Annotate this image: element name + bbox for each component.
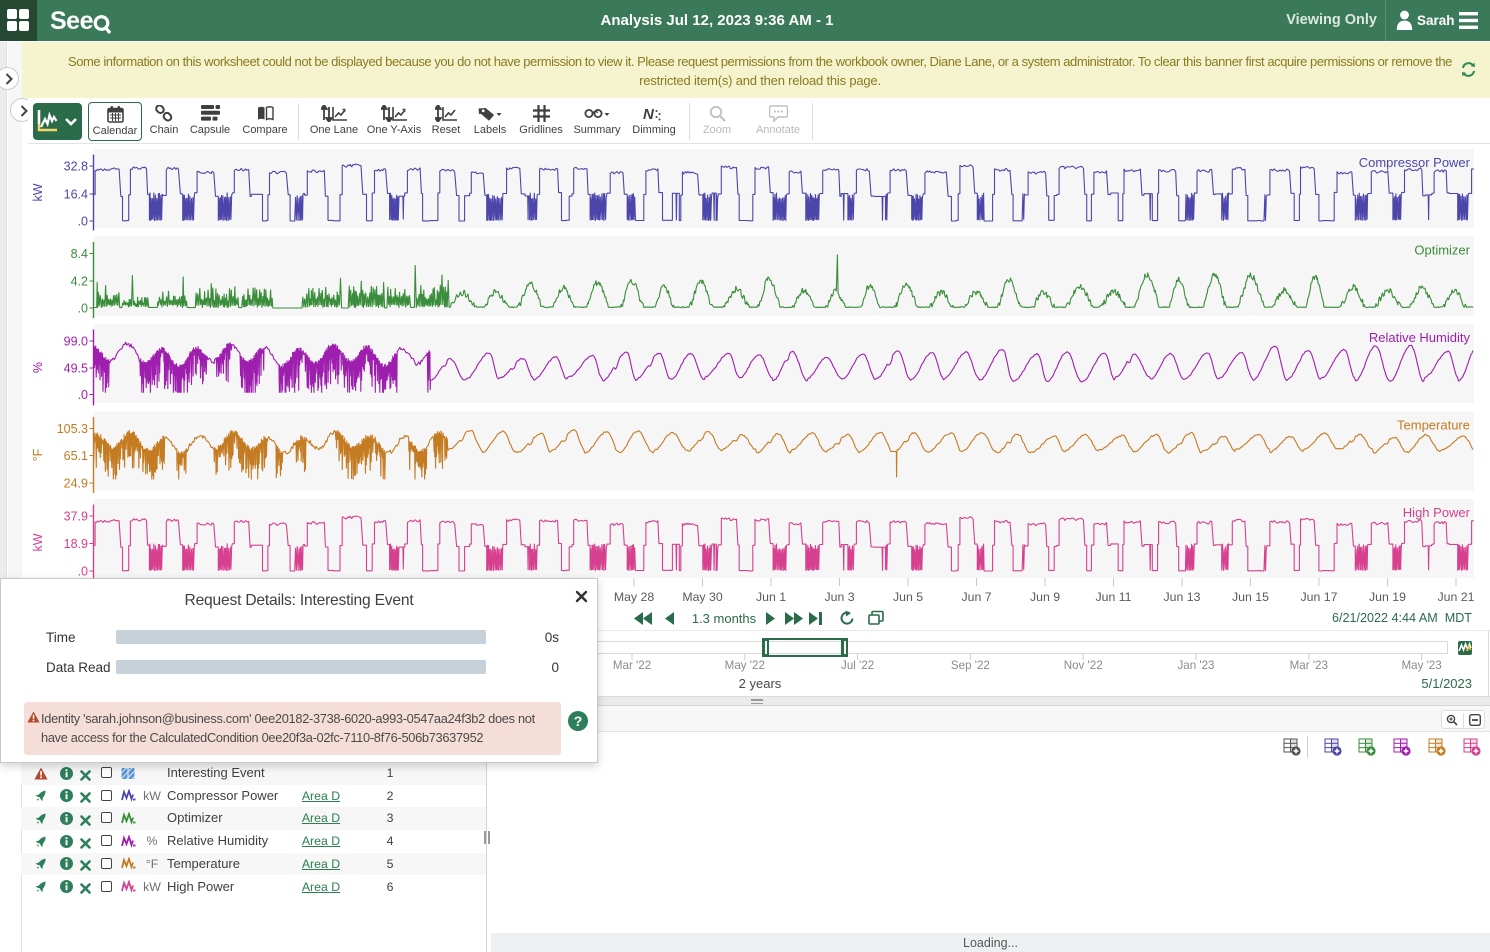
svg-text:37.9: 37.9: [64, 510, 88, 524]
svg-text:32.8: 32.8: [64, 160, 88, 174]
svg-text:Jun 17: Jun 17: [1301, 590, 1338, 604]
svg-text:May 30: May 30: [682, 590, 722, 604]
svg-text:Jun 21: Jun 21: [1438, 590, 1475, 604]
svg-text:Jun 7: Jun 7: [961, 590, 991, 604]
svg-text:18.9: 18.9: [64, 537, 88, 551]
svg-text:Nov '22: Nov '22: [1064, 659, 1103, 672]
svg-text:May '22: May '22: [725, 659, 765, 672]
svg-text:Jun 9: Jun 9: [1030, 590, 1060, 604]
svg-text:Jun 11: Jun 11: [1095, 590, 1131, 604]
svg-text:May '23: May '23: [1401, 659, 1441, 672]
svg-text:Jun 13: Jun 13: [1164, 590, 1201, 604]
svg-text:8.4: 8.4: [71, 247, 88, 261]
svg-text:Temperature: Temperature: [1397, 418, 1470, 433]
svg-text:Compressor Power: Compressor Power: [1359, 155, 1471, 170]
svg-text:°F: °F: [31, 448, 45, 461]
svg-text:16.4: 16.4: [64, 188, 88, 202]
svg-text:.0: .0: [78, 565, 88, 579]
svg-text:49.5: 49.5: [64, 362, 88, 376]
svg-text:Jul '22: Jul '22: [841, 659, 874, 672]
svg-text:High Power: High Power: [1403, 505, 1471, 520]
svg-text:Jun 15: Jun 15: [1232, 590, 1269, 604]
svg-text:105.3: 105.3: [57, 422, 88, 436]
svg-text:.0: .0: [78, 302, 88, 316]
svg-text:1.3 months: 1.3 months: [692, 611, 757, 626]
svg-text:kW: kW: [31, 533, 45, 551]
svg-text:Jun 3: Jun 3: [824, 590, 854, 604]
svg-text:Optimizer: Optimizer: [1414, 243, 1470, 258]
svg-text:Jun 19: Jun 19: [1369, 590, 1406, 604]
svg-text:Jan '23: Jan '23: [1177, 659, 1214, 672]
svg-text:Mar '23: Mar '23: [1290, 659, 1328, 672]
svg-text:.0: .0: [78, 215, 88, 229]
svg-text:Jun 1: Jun 1: [756, 590, 786, 604]
svg-text:May 28: May 28: [614, 590, 654, 604]
svg-text:.0: .0: [78, 388, 88, 402]
svg-text:Jun 5: Jun 5: [893, 590, 923, 604]
svg-text:Mar '22: Mar '22: [613, 659, 651, 672]
svg-text:4.2: 4.2: [71, 275, 88, 289]
svg-text:99.0: 99.0: [64, 335, 88, 349]
svg-text:Relative Humidity: Relative Humidity: [1369, 330, 1471, 345]
svg-text:%: %: [31, 362, 45, 373]
svg-text:Sep '22: Sep '22: [951, 659, 990, 672]
svg-text:kW: kW: [31, 183, 45, 201]
svg-text:24.9: 24.9: [64, 477, 88, 491]
svg-text:65.1: 65.1: [64, 449, 88, 463]
